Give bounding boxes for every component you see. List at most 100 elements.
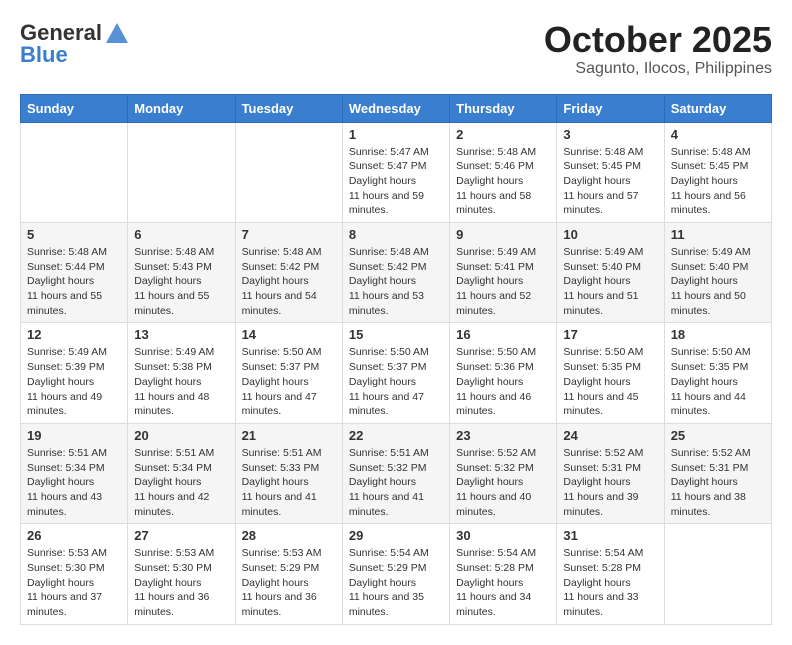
calendar-cell: 16 Sunrise: 5:50 AM Sunset: 5:36 PM Dayl… (450, 323, 557, 423)
day-info: Sunrise: 5:50 AM Sunset: 5:37 PM Dayligh… (349, 345, 443, 418)
day-info: Sunrise: 5:49 AM Sunset: 5:38 PM Dayligh… (134, 345, 228, 418)
day-info: Sunrise: 5:49 AM Sunset: 5:40 PM Dayligh… (563, 245, 657, 318)
weekday-header-thursday: Thursday (450, 94, 557, 122)
calendar-table: SundayMondayTuesdayWednesdayThursdayFrid… (20, 94, 772, 625)
day-number: 2 (456, 127, 550, 142)
day-info: Sunrise: 5:48 AM Sunset: 5:44 PM Dayligh… (27, 245, 121, 318)
day-number: 25 (671, 428, 765, 443)
day-info: Sunrise: 5:51 AM Sunset: 5:34 PM Dayligh… (27, 446, 121, 519)
day-info: Sunrise: 5:48 AM Sunset: 5:46 PM Dayligh… (456, 145, 550, 218)
day-number: 12 (27, 327, 121, 342)
weekday-header-saturday: Saturday (664, 94, 771, 122)
day-number: 10 (563, 227, 657, 242)
day-number: 16 (456, 327, 550, 342)
day-info: Sunrise: 5:50 AM Sunset: 5:35 PM Dayligh… (563, 345, 657, 418)
day-number: 17 (563, 327, 657, 342)
calendar-cell: 20 Sunrise: 5:51 AM Sunset: 5:34 PM Dayl… (128, 423, 235, 523)
day-info: Sunrise: 5:52 AM Sunset: 5:31 PM Dayligh… (671, 446, 765, 519)
day-number: 27 (134, 528, 228, 543)
calendar-cell: 9 Sunrise: 5:49 AM Sunset: 5:41 PM Dayli… (450, 223, 557, 323)
calendar-week-row: 12 Sunrise: 5:49 AM Sunset: 5:39 PM Dayl… (21, 323, 772, 423)
calendar-cell (235, 122, 342, 222)
weekday-header-sunday: Sunday (21, 94, 128, 122)
day-number: 20 (134, 428, 228, 443)
day-info: Sunrise: 5:51 AM Sunset: 5:34 PM Dayligh… (134, 446, 228, 519)
day-info: Sunrise: 5:48 AM Sunset: 5:43 PM Dayligh… (134, 245, 228, 318)
day-info: Sunrise: 5:49 AM Sunset: 5:40 PM Dayligh… (671, 245, 765, 318)
day-number: 14 (242, 327, 336, 342)
calendar-week-row: 19 Sunrise: 5:51 AM Sunset: 5:34 PM Dayl… (21, 423, 772, 523)
calendar-cell: 27 Sunrise: 5:53 AM Sunset: 5:30 PM Dayl… (128, 524, 235, 624)
calendar-cell: 10 Sunrise: 5:49 AM Sunset: 5:40 PM Dayl… (557, 223, 664, 323)
day-info: Sunrise: 5:48 AM Sunset: 5:42 PM Dayligh… (349, 245, 443, 318)
day-info: Sunrise: 5:52 AM Sunset: 5:31 PM Dayligh… (563, 446, 657, 519)
day-number: 29 (349, 528, 443, 543)
calendar-cell: 1 Sunrise: 5:47 AM Sunset: 5:47 PM Dayli… (342, 122, 449, 222)
calendar-cell: 17 Sunrise: 5:50 AM Sunset: 5:35 PM Dayl… (557, 323, 664, 423)
day-info: Sunrise: 5:48 AM Sunset: 5:45 PM Dayligh… (671, 145, 765, 218)
day-info: Sunrise: 5:48 AM Sunset: 5:42 PM Dayligh… (242, 245, 336, 318)
calendar-cell: 28 Sunrise: 5:53 AM Sunset: 5:29 PM Dayl… (235, 524, 342, 624)
day-info: Sunrise: 5:50 AM Sunset: 5:35 PM Dayligh… (671, 345, 765, 418)
calendar-cell: 7 Sunrise: 5:48 AM Sunset: 5:42 PM Dayli… (235, 223, 342, 323)
day-number: 18 (671, 327, 765, 342)
calendar-cell (21, 122, 128, 222)
calendar-cell: 31 Sunrise: 5:54 AM Sunset: 5:28 PM Dayl… (557, 524, 664, 624)
location-subtitle: Sagunto, Ilocos, Philippines (544, 60, 772, 78)
calendar-cell: 13 Sunrise: 5:49 AM Sunset: 5:38 PM Dayl… (128, 323, 235, 423)
day-info: Sunrise: 5:48 AM Sunset: 5:45 PM Dayligh… (563, 145, 657, 218)
day-number: 28 (242, 528, 336, 543)
day-number: 9 (456, 227, 550, 242)
day-number: 4 (671, 127, 765, 142)
calendar-cell (128, 122, 235, 222)
calendar-cell (664, 524, 771, 624)
day-number: 6 (134, 227, 228, 242)
weekday-header-wednesday: Wednesday (342, 94, 449, 122)
day-info: Sunrise: 5:54 AM Sunset: 5:28 PM Dayligh… (563, 546, 657, 619)
calendar-cell: 15 Sunrise: 5:50 AM Sunset: 5:37 PM Dayl… (342, 323, 449, 423)
calendar-cell: 29 Sunrise: 5:54 AM Sunset: 5:29 PM Dayl… (342, 524, 449, 624)
calendar-cell: 18 Sunrise: 5:50 AM Sunset: 5:35 PM Dayl… (664, 323, 771, 423)
day-info: Sunrise: 5:52 AM Sunset: 5:32 PM Dayligh… (456, 446, 550, 519)
calendar-week-row: 26 Sunrise: 5:53 AM Sunset: 5:30 PM Dayl… (21, 524, 772, 624)
day-info: Sunrise: 5:53 AM Sunset: 5:30 PM Dayligh… (134, 546, 228, 619)
day-number: 21 (242, 428, 336, 443)
day-number: 31 (563, 528, 657, 543)
calendar-cell: 30 Sunrise: 5:54 AM Sunset: 5:28 PM Dayl… (450, 524, 557, 624)
title-area: October 2025 Sagunto, Ilocos, Philippine… (544, 20, 772, 78)
calendar-cell: 3 Sunrise: 5:48 AM Sunset: 5:45 PM Dayli… (557, 122, 664, 222)
weekday-header-monday: Monday (128, 94, 235, 122)
month-title: October 2025 (544, 20, 772, 60)
day-info: Sunrise: 5:51 AM Sunset: 5:33 PM Dayligh… (242, 446, 336, 519)
day-number: 3 (563, 127, 657, 142)
day-number: 7 (242, 227, 336, 242)
day-info: Sunrise: 5:53 AM Sunset: 5:29 PM Dayligh… (242, 546, 336, 619)
page-header: General Blue October 2025 Sagunto, Iloco… (20, 20, 772, 78)
calendar-cell: 5 Sunrise: 5:48 AM Sunset: 5:44 PM Dayli… (21, 223, 128, 323)
calendar-cell: 8 Sunrise: 5:48 AM Sunset: 5:42 PM Dayli… (342, 223, 449, 323)
day-number: 5 (27, 227, 121, 242)
day-number: 15 (349, 327, 443, 342)
calendar-cell: 21 Sunrise: 5:51 AM Sunset: 5:33 PM Dayl… (235, 423, 342, 523)
calendar-cell: 11 Sunrise: 5:49 AM Sunset: 5:40 PM Dayl… (664, 223, 771, 323)
calendar-cell: 25 Sunrise: 5:52 AM Sunset: 5:31 PM Dayl… (664, 423, 771, 523)
calendar-cell: 26 Sunrise: 5:53 AM Sunset: 5:30 PM Dayl… (21, 524, 128, 624)
day-info: Sunrise: 5:47 AM Sunset: 5:47 PM Dayligh… (349, 145, 443, 218)
calendar-cell: 4 Sunrise: 5:48 AM Sunset: 5:45 PM Dayli… (664, 122, 771, 222)
weekday-header-friday: Friday (557, 94, 664, 122)
day-number: 8 (349, 227, 443, 242)
day-info: Sunrise: 5:50 AM Sunset: 5:36 PM Dayligh… (456, 345, 550, 418)
calendar-cell: 6 Sunrise: 5:48 AM Sunset: 5:43 PM Dayli… (128, 223, 235, 323)
day-number: 24 (563, 428, 657, 443)
calendar-cell: 23 Sunrise: 5:52 AM Sunset: 5:32 PM Dayl… (450, 423, 557, 523)
day-info: Sunrise: 5:51 AM Sunset: 5:32 PM Dayligh… (349, 446, 443, 519)
logo: General Blue (20, 20, 128, 68)
calendar-cell: 14 Sunrise: 5:50 AM Sunset: 5:37 PM Dayl… (235, 323, 342, 423)
day-info: Sunrise: 5:54 AM Sunset: 5:28 PM Dayligh… (456, 546, 550, 619)
calendar-cell: 24 Sunrise: 5:52 AM Sunset: 5:31 PM Dayl… (557, 423, 664, 523)
calendar-cell: 2 Sunrise: 5:48 AM Sunset: 5:46 PM Dayli… (450, 122, 557, 222)
weekday-header-row: SundayMondayTuesdayWednesdayThursdayFrid… (21, 94, 772, 122)
logo-blue: Blue (20, 42, 68, 68)
day-number: 19 (27, 428, 121, 443)
day-number: 13 (134, 327, 228, 342)
